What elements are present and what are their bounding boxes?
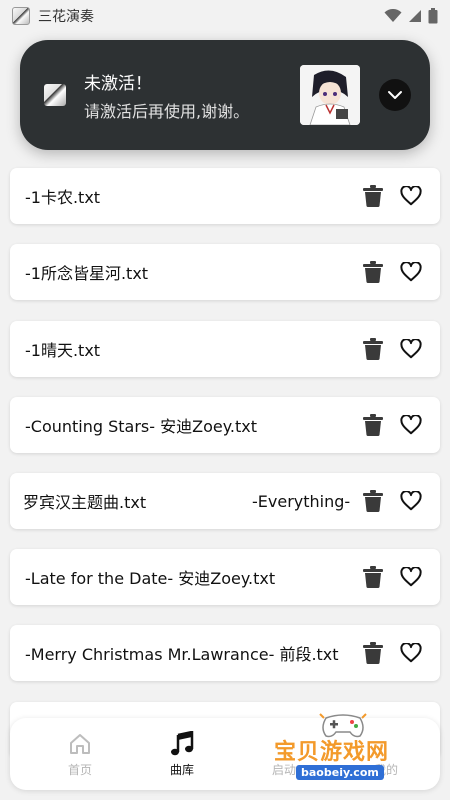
activation-notification[interactable]: 未激活！ 请激活后再使用,谢谢。 bbox=[20, 40, 430, 150]
app-icon bbox=[12, 7, 30, 25]
trash-icon[interactable] bbox=[362, 566, 384, 588]
notification-thumbnail bbox=[300, 65, 360, 125]
list-item[interactable]: 罗宾汉主题曲.txt -Everything-I bbox=[10, 473, 440, 529]
file-name-marquee: 罗宾汉主题曲.txt -Everything-I bbox=[24, 473, 350, 529]
status-bar: 三花演奏 bbox=[0, 0, 450, 32]
file-name-part: -Everything-I bbox=[252, 491, 350, 511]
list-item[interactable]: -Merry Christmas Mr.Lawrance- 前段.txt bbox=[10, 625, 440, 681]
nav-home-label: 首页 bbox=[67, 762, 92, 777]
notification-title: 未激活！ bbox=[84, 74, 152, 94]
file-name: -1卡农.txt bbox=[25, 188, 101, 207]
nav-library[interactable]: 曲库 bbox=[132, 718, 232, 790]
file-name: -Counting Stars- 安迪Zoey.txt bbox=[25, 417, 258, 436]
list-item[interactable]: -1晴天.txt bbox=[10, 321, 440, 377]
trash-icon[interactable] bbox=[362, 261, 384, 283]
file-name: -Late for the Date- 安迪Zoey.txt bbox=[25, 569, 276, 588]
watermark-logo: 宝贝游戏网 baobeiy.com bbox=[272, 710, 442, 790]
heart-icon[interactable] bbox=[400, 490, 422, 512]
signal-icon bbox=[409, 10, 421, 22]
file-name-part: 罗宾汉主题曲.txt bbox=[24, 493, 147, 512]
list-item[interactable]: -Counting Stars- 安迪Zoey.txt bbox=[10, 397, 440, 453]
system-icons bbox=[384, 8, 438, 24]
list-item[interactable]: -1卡农.txt bbox=[10, 168, 440, 224]
expand-button[interactable] bbox=[379, 79, 411, 111]
list-item[interactable]: -Late for the Date- 安迪Zoey.txt bbox=[10, 549, 440, 605]
heart-icon[interactable] bbox=[400, 642, 422, 664]
trash-icon[interactable] bbox=[362, 338, 384, 360]
trash-icon[interactable] bbox=[362, 414, 384, 436]
heart-icon[interactable] bbox=[400, 261, 422, 283]
nav-library-label: 曲库 bbox=[169, 762, 194, 777]
trash-icon[interactable] bbox=[362, 490, 384, 512]
nav-home[interactable]: 首页 bbox=[30, 718, 130, 790]
watermark-url: baobeiy.com bbox=[296, 765, 384, 780]
wifi-icon bbox=[384, 9, 402, 22]
heart-icon[interactable] bbox=[400, 566, 422, 588]
file-name: -1晴天.txt bbox=[25, 341, 101, 360]
heart-icon[interactable] bbox=[400, 414, 422, 436]
notification-message: 请激活后再使用,谢谢。 bbox=[84, 102, 250, 121]
notification-app-icon bbox=[44, 84, 66, 106]
heart-icon[interactable] bbox=[400, 338, 422, 360]
music-note-icon bbox=[170, 730, 194, 757]
chevron-down-icon bbox=[388, 91, 402, 99]
trash-icon[interactable] bbox=[362, 185, 384, 207]
status-app-name: 三花演奏 bbox=[38, 9, 94, 25]
watermark-text: 宝贝游戏网 bbox=[274, 740, 390, 765]
file-name: -1所念皆星河.txt bbox=[25, 264, 149, 283]
trash-icon[interactable] bbox=[362, 642, 384, 664]
battery-icon bbox=[428, 8, 438, 24]
home-icon bbox=[68, 731, 92, 757]
heart-icon[interactable] bbox=[400, 185, 422, 207]
file-name: -Merry Christmas Mr.Lawrance- 前段.txt bbox=[25, 645, 339, 664]
list-item[interactable]: -1所念皆星河.txt bbox=[10, 244, 440, 300]
